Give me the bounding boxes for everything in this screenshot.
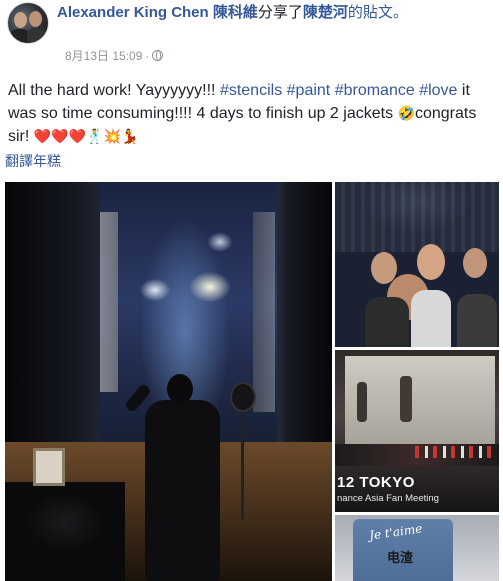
shared-prefix-text: 分享了 — [257, 4, 303, 21]
meta-separator: · — [145, 48, 150, 63]
see-translation-link[interactable]: 翻譯年糕 — [5, 151, 61, 171]
hashtag-stencils[interactable]: #stencils — [220, 82, 282, 99]
globe-icon[interactable] — [152, 50, 164, 61]
post-meta: 8月13日 15:09 · — [65, 47, 164, 64]
author-chinese-name-link[interactable]: 陳科維 — [213, 4, 258, 21]
shared-name-link[interactable]: 陳楚河 — [303, 4, 348, 21]
post-body-text: All the hard work! Yayyyyyy!!! #stencils… — [8, 80, 496, 148]
laugh-emoji-icon: 🤣 — [397, 105, 415, 121]
photo-tokyo-stage[interactable]: 12 TOKYO nance Asia Fan Meeting — [335, 350, 499, 512]
photo-selfie-crowd[interactable] — [335, 182, 499, 347]
author-name-link[interactable]: Alexander King Chen — [57, 4, 209, 21]
trailing-emojis: ❤️❤️❤️🕺💥💃 — [33, 128, 139, 144]
post-text-intro: All the hard work! Yayyyyyy!!! — [8, 82, 220, 99]
hashtag-paint[interactable]: #paint — [287, 82, 331, 99]
post-title-line: Alexander King Chen 陳科維分享了陳楚河的貼文。 — [57, 3, 497, 22]
post-timestamp[interactable]: 8月13日 15:09 — [65, 47, 142, 64]
photo-jacket[interactable]: Je t'aime 电渣 — [335, 515, 499, 581]
fan-meeting-label: nance Asia Fan Meeting — [337, 493, 439, 504]
photo-grid: 12 TOKYO nance Asia Fan Meeting Je t'aim… — [5, 182, 499, 581]
post-header: Alexander King Chen 陳科維分享了陳楚河的貼文。 8月13日 … — [7, 2, 497, 64]
author-avatar[interactable] — [7, 2, 49, 44]
shared-suffix-link[interactable]: 的貼文。 — [348, 4, 408, 21]
photo-main-stage[interactable] — [5, 182, 332, 581]
hashtag-bromance[interactable]: #bromance — [335, 82, 415, 99]
jacket-chinese-text: 电渣 — [387, 550, 414, 565]
hashtag-love[interactable]: #love — [419, 82, 457, 99]
tokyo-event-label: 12 TOKYO — [337, 474, 415, 491]
